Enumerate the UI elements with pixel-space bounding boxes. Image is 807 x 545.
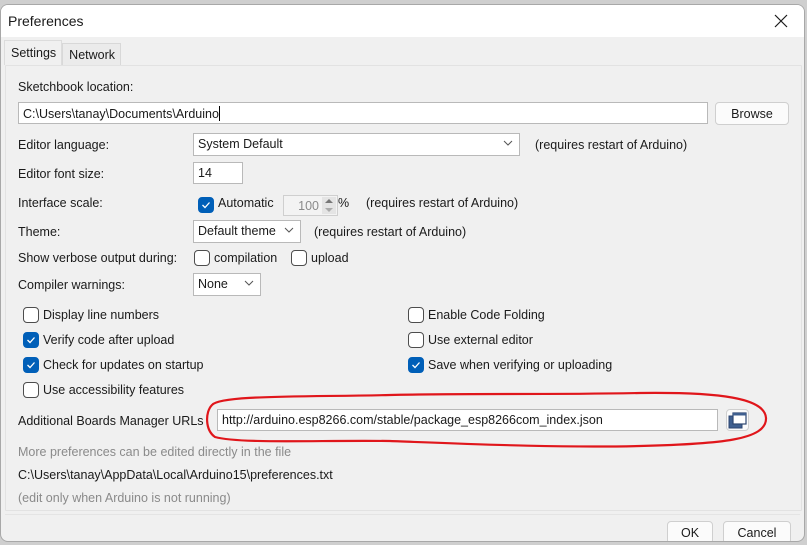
spinner-arrows-icon[interactable] [322, 197, 336, 214]
automatic-scale-label: Automatic [218, 196, 274, 210]
checkmark-icon [27, 362, 35, 369]
display-line-numbers-checkbox[interactable] [23, 307, 39, 323]
cancel-button[interactable]: Cancel [723, 521, 791, 541]
sketchbook-location-input[interactable]: C:\Users\tanay\Documents\Arduino [18, 102, 708, 124]
footer-divider [5, 514, 800, 515]
window-title: Preferences [8, 13, 84, 29]
browse-button[interactable]: Browse [715, 102, 789, 125]
use-external-editor-checkbox[interactable] [408, 332, 424, 348]
window-list-icon [728, 411, 747, 428]
check-updates-label: Check for updates on startup [43, 358, 204, 372]
boards-manager-urls-input[interactable]: http://arduino.esp8266.com/stable/packag… [217, 409, 718, 431]
use-external-editor-label: Use external editor [428, 333, 533, 347]
verify-after-upload-checkbox[interactable] [23, 332, 39, 348]
tab-bar: Settings Network [4, 40, 122, 65]
editor-font-size-label: Editor font size: [18, 167, 105, 181]
verify-after-upload-label: Verify code after upload [43, 333, 175, 347]
theme-value: Default theme [198, 224, 276, 238]
preferences-file-path: C:\Users\tanay\AppData\Local\Arduino15\p… [18, 468, 333, 482]
checkmark-icon [412, 362, 420, 369]
enable-code-folding-checkbox[interactable] [408, 307, 424, 323]
editor-language-note: (requires restart of Arduino) [535, 138, 688, 152]
theme-note: (requires restart of Arduino) [314, 225, 467, 239]
compiler-warnings-select[interactable]: None [193, 273, 261, 296]
interface-scale-spinner[interactable]: 100 [283, 195, 338, 216]
tab-network[interactable]: Network [62, 43, 122, 65]
theme-label: Theme: [18, 225, 61, 239]
accessibility-features-label: Use accessibility features [43, 383, 185, 397]
text-caret [218, 106, 220, 121]
editor-font-size-input[interactable]: 14 [193, 162, 243, 184]
accessibility-features-checkbox[interactable] [23, 382, 39, 398]
edit-urls-button[interactable] [726, 409, 749, 431]
title-bar: Preferences [1, 5, 804, 37]
compiler-warnings-value: None [198, 277, 228, 291]
automatic-scale-checkbox[interactable] [198, 197, 214, 213]
chevron-down-icon [244, 280, 254, 286]
preferences-dialog: Preferences Settings Network Sketchbook … [0, 4, 805, 542]
editor-language-label: Editor language: [18, 138, 110, 152]
interface-scale-value: 100 [298, 199, 319, 213]
editor-language-value: System Default [198, 137, 283, 151]
boards-manager-urls-label: Additional Boards Manager URLs [18, 414, 204, 428]
close-button[interactable] [758, 5, 804, 37]
check-updates-checkbox[interactable] [23, 357, 39, 373]
verbose-upload-checkbox[interactable] [291, 250, 307, 266]
save-when-verifying-checkbox[interactable] [408, 357, 424, 373]
interface-scale-note: (requires restart of Arduino) [366, 196, 519, 210]
more-preferences-text: More preferences can be edited directly … [18, 445, 292, 459]
save-when-verifying-label: Save when verifying or uploading [428, 358, 613, 372]
chevron-down-icon [503, 140, 513, 146]
ok-button[interactable]: OK [667, 521, 713, 541]
editor-language-select[interactable]: System Default [193, 133, 520, 156]
checkmark-icon [202, 202, 210, 209]
theme-select[interactable]: Default theme [193, 220, 301, 243]
verbose-upload-label: upload [311, 251, 349, 265]
enable-code-folding-label: Enable Code Folding [428, 308, 545, 322]
verbose-compilation-label: compilation [214, 251, 278, 265]
compiler-warnings-label: Compiler warnings: [18, 278, 125, 292]
display-line-numbers-label: Display line numbers [43, 308, 160, 322]
interface-scale-unit: % [338, 196, 350, 210]
verbose-output-label: Show verbose output during: [18, 251, 178, 265]
close-icon [774, 14, 788, 28]
chevron-down-icon [284, 227, 294, 233]
tab-settings[interactable]: Settings [4, 40, 63, 65]
verbose-compilation-checkbox[interactable] [194, 250, 210, 266]
sketchbook-location-value: C:\Users\tanay\Documents\Arduino [23, 107, 219, 121]
sketchbook-label: Sketchbook location: [18, 80, 134, 94]
checkmark-icon [27, 337, 35, 344]
edit-note-text: (edit only when Arduino is not running) [18, 491, 231, 505]
interface-scale-label: Interface scale: [18, 196, 103, 210]
